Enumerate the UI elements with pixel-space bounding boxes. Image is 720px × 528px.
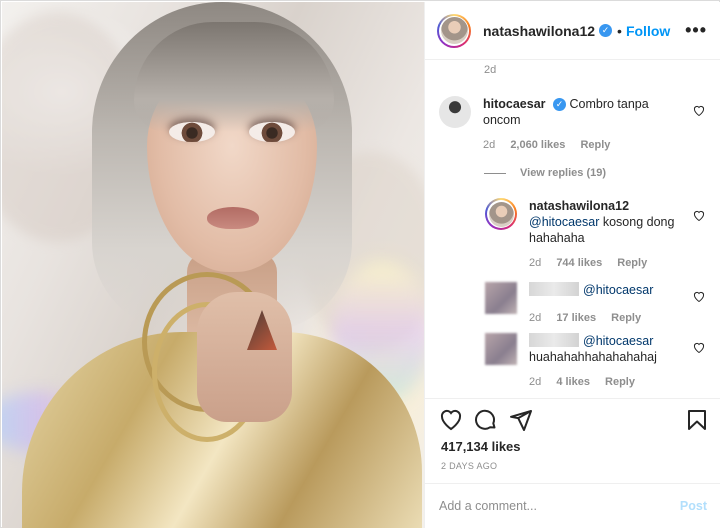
- post-comment-button[interactable]: Post: [680, 499, 707, 513]
- like-reply-heart-icon[interactable]: [693, 210, 705, 221]
- reply-item: @hitocaesar huahahahhahahahahaj 2d 4 lik…: [485, 333, 689, 390]
- comment-icon[interactable]: [474, 408, 498, 432]
- reply-age: 2d: [529, 312, 542, 324]
- author-avatar-image: [440, 17, 468, 44]
- comment-item: hitocaesar ✓ Combro tanpa oncom 2d 2,060…: [439, 96, 689, 153]
- more-options-icon[interactable]: •••: [685, 20, 707, 41]
- view-replies-line: [484, 172, 506, 174]
- post-side-panel: natashawilona12 ✓ • Follow ••• 2d hitoca…: [424, 2, 720, 528]
- view-replies-label: View replies (19): [520, 167, 607, 179]
- post-photo[interactable]: [2, 2, 424, 528]
- caption-age: 2d: [484, 64, 497, 76]
- share-icon[interactable]: [509, 408, 533, 432]
- posted-time[interactable]: 2 DAYS AGO: [441, 461, 497, 471]
- reply-age: 2d: [529, 376, 542, 388]
- reply-meta: 2d 744 likes Reply: [529, 255, 689, 271]
- reply-age: 2d: [529, 257, 542, 269]
- bookmark-icon[interactable]: [685, 408, 709, 432]
- commenter-username[interactable]: hitocaesar: [483, 97, 546, 111]
- reply-mention[interactable]: @hitocaesar: [583, 334, 653, 348]
- reply-likes[interactable]: 744 likes: [556, 257, 602, 269]
- reply-button[interactable]: Reply: [611, 312, 641, 324]
- reply-meta: 2d 17 likes Reply: [529, 310, 689, 326]
- photo-lips: [207, 207, 259, 229]
- reply-button[interactable]: Reply: [617, 257, 647, 269]
- author-avatar[interactable]: [437, 13, 471, 48]
- photo-bangs: [134, 22, 334, 132]
- verified-badge-icon: ✓: [599, 24, 613, 37]
- header-separator: •: [617, 22, 622, 39]
- heart-icon[interactable]: [439, 408, 463, 432]
- like-reply-heart-icon[interactable]: [693, 342, 705, 353]
- reply-avatar[interactable]: [485, 198, 517, 230]
- like-reply-heart-icon[interactable]: [693, 291, 705, 302]
- add-comment-bar: Post: [425, 483, 720, 528]
- reply-meta: 2d 4 likes Reply: [529, 374, 689, 390]
- post-actions: 417,134 likes 2 DAYS AGO: [425, 398, 720, 483]
- reply-button[interactable]: Reply: [580, 139, 610, 151]
- comment-age: 2d: [483, 139, 496, 151]
- reply-mention[interactable]: @hitocaesar: [583, 283, 653, 297]
- likes-count[interactable]: 417,134 likes: [441, 439, 521, 454]
- add-comment-input[interactable]: [439, 499, 680, 513]
- reply-avatar-image: [488, 201, 514, 227]
- photo-eye: [249, 122, 295, 142]
- post-frame: natashawilona12 ✓ • Follow ••• 2d hitoca…: [0, 0, 720, 528]
- reply-username-redacted[interactable]: [529, 282, 579, 296]
- comment-likes[interactable]: 2,060 likes: [510, 139, 565, 151]
- post-header: natashawilona12 ✓ • Follow •••: [425, 2, 720, 60]
- reply-likes[interactable]: 4 likes: [556, 376, 590, 388]
- follow-button[interactable]: Follow: [626, 23, 670, 39]
- reply-text: huahahahhahahahahaj: [529, 350, 657, 364]
- photo-eye: [169, 122, 215, 142]
- reply-avatar-redacted[interactable]: [485, 282, 517, 314]
- reply-item: natashawilona12 @hitocaesar kosong dong …: [485, 198, 689, 271]
- author-username[interactable]: natashawilona12: [483, 23, 595, 39]
- reply-username-redacted[interactable]: [529, 333, 579, 347]
- comments-list[interactable]: 2d hitocaesar ✓ Combro tanpa oncom 2d 2,…: [425, 60, 720, 398]
- reply-mention[interactable]: @hitocaesar: [529, 215, 599, 229]
- view-replies-button[interactable]: View replies (19): [484, 167, 606, 179]
- photo-hand: [197, 292, 292, 422]
- verified-badge-icon: ✓: [553, 98, 567, 111]
- reply-avatar-redacted[interactable]: [485, 333, 517, 365]
- reply-item: @hitocaesar 2d 17 likes Reply: [485, 282, 689, 326]
- reply-username[interactable]: natashawilona12: [529, 199, 629, 213]
- reply-likes[interactable]: 17 likes: [556, 312, 596, 324]
- commenter-avatar[interactable]: [439, 96, 471, 128]
- comment-meta: 2d 2,060 likes Reply: [483, 137, 689, 153]
- reply-button[interactable]: Reply: [605, 376, 635, 388]
- like-comment-heart-icon[interactable]: [693, 105, 705, 116]
